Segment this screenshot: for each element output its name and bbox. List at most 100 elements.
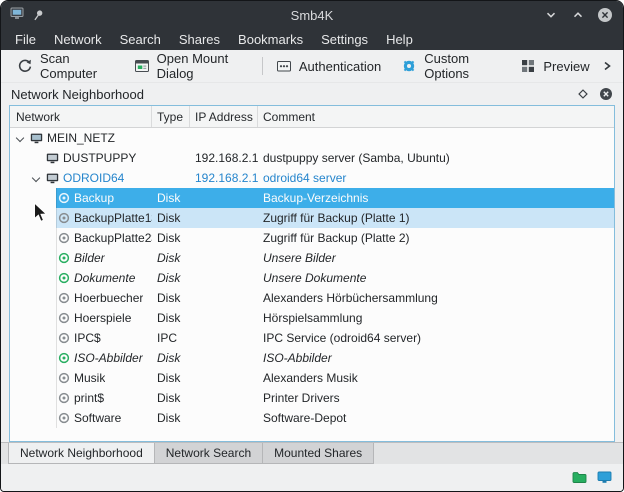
expander-icon[interactable] [30, 172, 42, 184]
column-header-network[interactable]: Network [10, 106, 152, 127]
scan-computer-label: Scan Computer [40, 51, 114, 81]
table-row[interactable]: Software Disk Software-Depot [10, 408, 614, 428]
mounted-folder-icon[interactable] [571, 471, 587, 485]
row-type: IPC [152, 331, 190, 345]
row-type: Disk [152, 391, 190, 405]
row-type: Disk [152, 291, 190, 305]
column-header-comment[interactable]: Comment [258, 106, 614, 127]
share-icon [57, 392, 70, 405]
table-row[interactable]: Musik Disk Alexanders Musik [10, 368, 614, 388]
title-bar[interactable]: Smb4K [1, 1, 623, 29]
menu-file[interactable]: File [6, 29, 45, 50]
authentication-button[interactable]: Authentication [266, 53, 391, 80]
table-row[interactable]: Dokumente Disk Unsere Dokumente [10, 268, 614, 288]
row-ip: 192.168.2.105 [190, 151, 258, 165]
share-mounted-icon [57, 252, 70, 265]
tool-bar: Scan Computer Open Mount Dialog Authenti… [1, 50, 623, 83]
menu-bar: File Network Search Shares Bookmarks Set… [1, 29, 623, 50]
row-comment: Unsere Bilder [258, 251, 614, 265]
column-header-type[interactable]: Type [152, 106, 190, 127]
mount-dialog-icon [134, 58, 150, 74]
row-label: Hoerspiele [74, 311, 131, 325]
row-label: BackupPlatte1$ [74, 211, 152, 225]
row-comment: dustpuppy server (Samba, Ubuntu) [258, 151, 614, 165]
maximize-icon [572, 9, 584, 21]
row-comment: ISO-Abbilder [258, 351, 614, 365]
app-icon [10, 6, 24, 25]
minimize-button[interactable] [543, 7, 559, 23]
workgroup-icon [30, 132, 43, 145]
share-icon [57, 192, 70, 205]
tab-network-neighborhood[interactable]: Network Neighborhood [8, 443, 155, 464]
table-row[interactable]: Hoerbuecher Disk Alexanders Hörbüchersam… [10, 288, 614, 308]
row-comment: Unsere Dokumente [258, 271, 614, 285]
row-type: Disk [152, 191, 190, 205]
maximize-button[interactable] [570, 7, 586, 23]
minimize-icon [545, 9, 557, 21]
table-row[interactable]: MEIN_NETZ [10, 128, 614, 148]
smb4k-window: Smb4K File Network Search Shares Bookmar… [0, 0, 624, 492]
row-type: Disk [152, 311, 190, 325]
row-label: IPC$ [74, 331, 101, 345]
row-type: Disk [152, 371, 190, 385]
network-tree-view: Network Type IP Address Comment MEIN_NET… [9, 105, 615, 442]
overflow-chevron-icon [602, 60, 612, 72]
share-icon [57, 372, 70, 385]
row-comment: Hörspielsammlung [258, 311, 614, 325]
expander-icon[interactable] [14, 132, 26, 144]
table-row[interactable]: ODROID64 192.168.2.102 odroid64 server [10, 168, 614, 188]
row-comment: Zugriff für Backup (Platte 1) [258, 211, 614, 225]
share-mounted-icon [57, 272, 70, 285]
table-row[interactable]: ISO-Abbilder Disk ISO-Abbilder [10, 348, 614, 368]
preview-button[interactable]: Preview [510, 53, 599, 80]
row-label: ODROID64 [63, 171, 124, 185]
network-monitor-icon[interactable] [596, 471, 612, 485]
custom-options-button[interactable]: Custom Options [391, 53, 510, 80]
toolbar-overflow-button[interactable] [600, 57, 615, 75]
share-icon [57, 212, 70, 225]
table-row[interactable]: Hoerspiele Disk Hörspielsammlung [10, 308, 614, 328]
share-mounted-icon [57, 352, 70, 365]
open-mount-dialog-button[interactable]: Open Mount Dialog [124, 53, 259, 80]
table-row[interactable]: DUSTPUPPY 192.168.2.105 dustpuppy server… [10, 148, 614, 168]
row-label: BackupPlatte2$ [74, 231, 152, 245]
menu-network[interactable]: Network [45, 29, 111, 50]
row-label: DUSTPUPPY [63, 151, 136, 165]
menu-search[interactable]: Search [111, 29, 170, 50]
table-row[interactable]: Bilder Disk Unsere Bilder [10, 248, 614, 268]
close-button[interactable] [597, 7, 613, 23]
menu-help[interactable]: Help [377, 29, 422, 50]
table-row[interactable]: BackupPlatte1$ Disk Zugriff für Backup (… [10, 208, 614, 228]
row-label: ISO-Abbilder [74, 351, 143, 365]
close-panel-button[interactable] [599, 87, 613, 101]
tab-network-search[interactable]: Network Search [155, 443, 263, 464]
float-panel-button[interactable] [576, 87, 590, 101]
column-header-ip[interactable]: IP Address [190, 106, 258, 127]
table-row[interactable]: print$ Disk Printer Drivers [10, 388, 614, 408]
row-type: Disk [152, 211, 190, 225]
float-icon [577, 88, 589, 100]
row-label: Hoerbuecher [74, 291, 143, 305]
menu-settings[interactable]: Settings [312, 29, 377, 50]
menu-shares[interactable]: Shares [170, 29, 229, 50]
close-icon [597, 7, 613, 23]
open-mount-dialog-label: Open Mount Dialog [157, 51, 249, 81]
share-icon [57, 312, 70, 325]
status-bar [1, 464, 623, 491]
table-row[interactable]: BackupPlatte2$ Disk Zugriff für Backup (… [10, 228, 614, 248]
row-ip: 192.168.2.102 [190, 171, 258, 185]
table-row[interactable]: IPC$ IPC IPC Service (odroid64 server) [10, 328, 614, 348]
scan-computer-button[interactable]: Scan Computer [7, 53, 124, 80]
share-icon [57, 292, 70, 305]
row-comment: Alexanders Hörbüchersammlung [258, 291, 614, 305]
row-comment: Software-Depot [258, 411, 614, 425]
row-type: Disk [152, 231, 190, 245]
table-header: Network Type IP Address Comment [10, 106, 614, 128]
tab-mounted-shares[interactable]: Mounted Shares [263, 443, 374, 464]
row-label: Backup [74, 191, 114, 205]
refresh-icon [17, 58, 33, 74]
panel-title: Network Neighborhood [11, 87, 144, 102]
row-label: Dokumente [74, 271, 135, 285]
table-row[interactable]: Backup Disk Backup-Verzeichnis [10, 188, 614, 208]
menu-bookmarks[interactable]: Bookmarks [229, 29, 312, 50]
